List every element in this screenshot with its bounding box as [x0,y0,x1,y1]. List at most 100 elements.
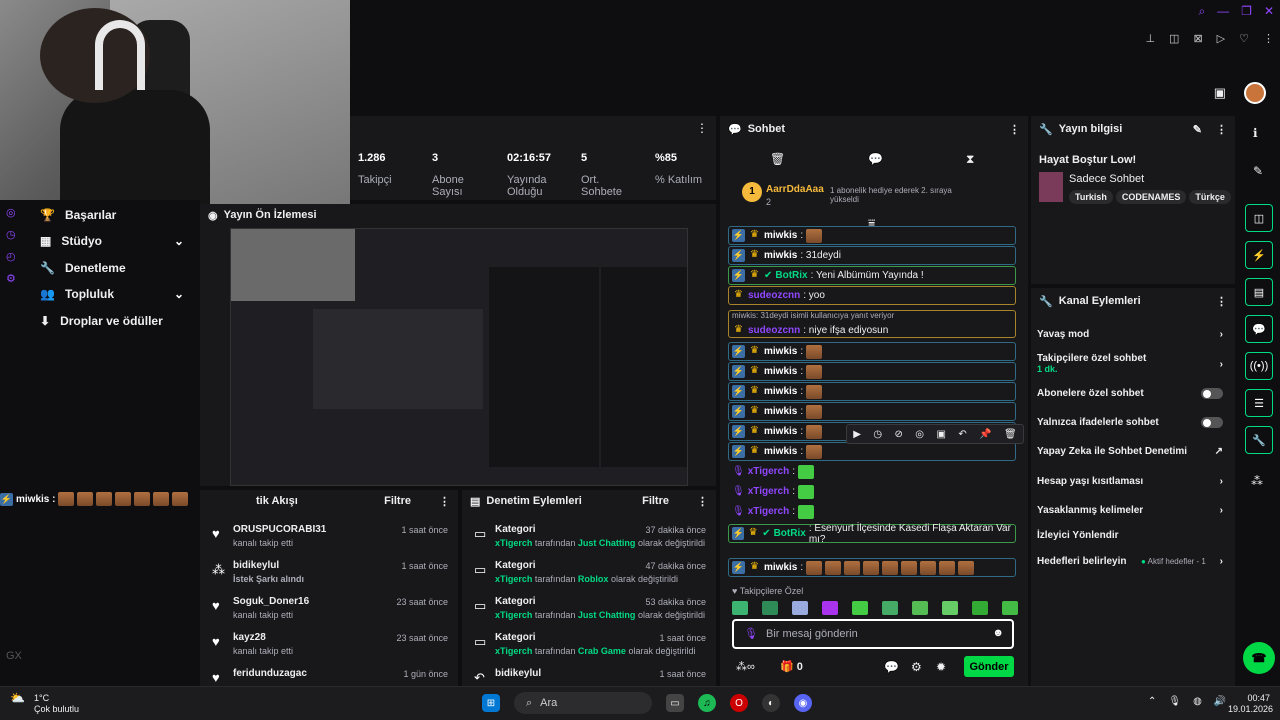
action-ai-moderation[interactable]: Yapay Zeka ile Sohbet Denetimi ↗ [1037,446,1229,457]
nav-achievements[interactable]: 🏆 Başarılar [40,208,116,222]
trash-icon[interactable]: 🗑 [770,152,785,166]
chat-bubble-icon[interactable]: 💬 [884,660,899,674]
rail-button-chat[interactable]: 💬 [1245,315,1273,343]
emote[interactable] [942,601,958,615]
chat-message[interactable]: ⚡ ♛ miwkis: [728,362,1016,381]
info-icon[interactable]: ℹ [1253,126,1258,140]
chat-username[interactable]: miwkis [764,366,797,377]
chat-message[interactable]: ⚡ ♛ miwkis: 31deydi [728,246,1016,265]
action-followers-only[interactable]: Takipçilere özel sohbet 1 dk. › [1037,353,1229,374]
minimize-icon[interactable]: — [1217,4,1229,19]
volume-icon[interactable]: 🔊 [1214,696,1226,707]
play-icon[interactable]: ▷ [1217,32,1225,45]
chat-username[interactable]: sudeozcnn [748,290,800,301]
chat-username[interactable]: miwkis [764,346,797,357]
chevron-up-icon[interactable]: ⌃ [1148,696,1156,707]
more-icon[interactable]: ⋮ [1216,123,1227,136]
chat-message[interactable]: ⚡ ♛ ✔ BotRix: Esenyurt İlçesinde Kasedi Fla… [728,523,1016,545]
spotify-icon[interactable]: ♫ [698,694,716,712]
chat-username[interactable]: miwkis [764,386,797,397]
emote[interactable] [1002,601,1018,615]
tag[interactable]: Turkish [1069,190,1113,204]
more-icon[interactable]: ⋮ [696,121,708,135]
chat-username[interactable]: miwkis [764,562,797,573]
points-icon[interactable]: ⁂∞ [736,660,755,673]
search-icon[interactable]: ⌕ [1198,4,1205,19]
emote[interactable] [882,601,898,615]
reply-icon[interactable]: ◎ [915,429,924,440]
opera-icon[interactable]: O [730,694,748,712]
more-icon[interactable]: ⋮ [439,495,450,508]
avatar[interactable] [1244,82,1266,104]
chat-username[interactable]: miwkis [764,250,797,261]
close-icon[interactable]: ✕ [1264,4,1274,19]
chat-message[interactable]: 🎙 xTigerch: [728,462,1016,481]
chat-message[interactable]: ⚡ ♛ miwkis: [728,342,1016,361]
emoji-icon[interactable]: ☻ [992,627,1004,639]
gifter-name[interactable]: AarrDdaAaa [766,184,824,195]
rail-icon[interactable]: ◴ [6,250,16,263]
send-button[interactable]: Gönder [964,656,1014,677]
delete-icon[interactable]: 🗑 [1004,429,1017,440]
discord-icon[interactable]: ◉ [794,694,812,712]
chat-username[interactable]: sudeozcnn [748,325,800,336]
rail-button-flash[interactable]: ⚡ [1245,241,1273,269]
chat-username[interactable]: miwkis [764,446,797,457]
chat-input[interactable]: Bir mesaj gönderin 🎙 ☻ [732,619,1014,649]
chat-username[interactable]: xTigerch [748,466,790,477]
chat-username[interactable]: miwkis [764,426,797,437]
more-icon[interactable]: ⋮ [1009,123,1020,136]
chat-username[interactable]: BotRix [775,270,807,281]
clock-icon[interactable]: ◷ [873,429,882,440]
vr-icon[interactable]: ▣ [1214,85,1226,101]
emote[interactable] [972,601,988,615]
undo-icon[interactable]: ↶ [958,429,966,440]
chat-message[interactable]: ⚡ ♛ miwkis: [728,402,1016,421]
emote[interactable] [792,601,808,615]
chat-message[interactable]: ⚡ ♛ miwkis: [728,558,1016,577]
action-slow-mode[interactable]: Yavaş mod › [1037,329,1229,340]
rail-button-broadcast[interactable]: ((•)) [1245,352,1273,380]
restore-icon[interactable]: ❐ [1241,4,1252,19]
rail-button-notes[interactable]: ▤ [1245,278,1273,306]
chat-bubble-icon[interactable]: 💬 [868,152,883,166]
browser-icon[interactable]: ◐ [762,694,780,712]
action-account-age[interactable]: Hesap yaşı kısıtlaması › [1037,476,1229,487]
chat-message[interactable]: ♛ sudeozcnn: yoo [728,286,1016,305]
nav-drops[interactable]: ⬇ Droplar ve ödüller [40,314,163,328]
rail-button-tools[interactable]: 🔧 [1245,426,1273,454]
action-banned-words[interactable]: Yasaklanmış kelimeler › [1037,505,1229,516]
chat-username[interactable]: miwkis [764,406,797,417]
nav-community[interactable]: 👥 Topluluk ⌄ [40,287,184,301]
network-icon[interactable]: ◍ [1193,696,1202,707]
clock[interactable]: 00:47 19.01.2026 [1228,693,1273,715]
chat-username[interactable]: xTigerch [748,486,790,497]
copy-icon[interactable]: ▣ [936,429,945,440]
mic-icon[interactable]: 🎙 [744,627,758,640]
action-emote-only[interactable]: Yalnızca ifadelerle sohbet [1037,417,1229,428]
emote[interactable] [852,601,868,615]
edit-icon[interactable]: ✎ [1253,164,1263,178]
tag[interactable]: CODENAMES [1115,190,1187,204]
chat-message[interactable]: miwkis: 31deydi isimli kullanıcıya yanıt… [728,310,1016,338]
emote-menu-icon[interactable]: ✹ [936,660,946,674]
play-icon[interactable]: ▶ [853,429,861,440]
rail-button-list[interactable]: ☰ [1245,389,1273,417]
more-icon[interactable]: ⋮ [1216,295,1227,308]
emote[interactable] [912,601,928,615]
edit-icon[interactable]: ✎ [1193,123,1202,136]
rail-icon[interactable]: ◷ [6,228,16,241]
mod-view-icon[interactable]: ⊠ [1193,32,1202,45]
windows-start-icon[interactable]: ⊞ [482,694,500,712]
hide-icon[interactable]: ⊘ [894,429,902,440]
points-display[interactable]: 🎁 0 [780,660,803,673]
heart-icon[interactable]: ♡ [1239,32,1249,45]
more-icon[interactable]: ⋮ [697,495,708,508]
chat-message[interactable]: ⚡ ♛ ✔ BotRix: Yeni Albümüm Yayında ! [728,266,1016,285]
emote[interactable] [762,601,778,615]
filter-button[interactable]: Filtre [384,495,411,507]
tag[interactable]: Türkçe [1189,190,1231,204]
chat-username[interactable]: BotRix [774,528,806,539]
hourglass-icon[interactable]: ⧗ [966,152,974,167]
action-subs-only[interactable]: Abonelere özel sohbet [1037,388,1229,399]
